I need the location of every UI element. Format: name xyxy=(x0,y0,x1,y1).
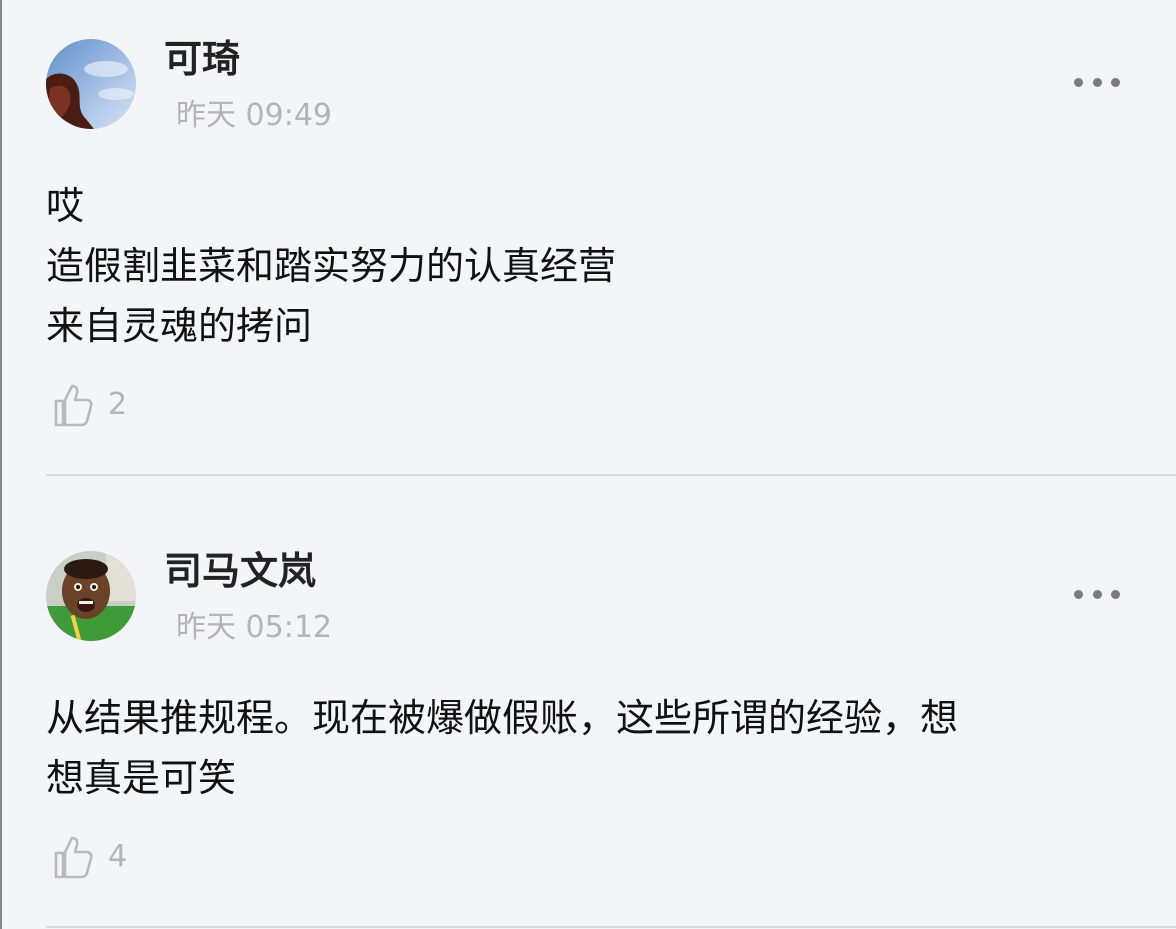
like-button[interactable]: 2 xyxy=(52,382,127,428)
username[interactable]: 司马文岚 xyxy=(164,548,316,594)
like-count: 2 xyxy=(108,387,128,422)
more-dots-icon xyxy=(1092,589,1102,599)
more-dots-icon xyxy=(1111,77,1120,87)
more-options-button[interactable] xyxy=(1074,72,1120,92)
comment-line: 从结果推规程。现在被爆做假账，这些所谓的经验，想 xyxy=(46,696,959,740)
comment-text: 从结果推规程。现在被爆做假账，这些所谓的经验，想 想真是可笑 xyxy=(46,688,1136,808)
thumbs-up-icon xyxy=(54,836,93,879)
thumbs-up-icon xyxy=(54,384,93,427)
more-dots-icon xyxy=(1074,589,1083,599)
comment-line: 想真是可笑 xyxy=(46,756,237,800)
divider xyxy=(46,474,1176,476)
user-avatar[interactable] xyxy=(46,551,136,641)
user-avatar[interactable] xyxy=(46,39,136,129)
comment-line: 造假割韭菜和踏实努力的认真经营 xyxy=(46,244,617,288)
timestamp: 昨天 09:49 xyxy=(176,98,332,133)
more-dots-icon xyxy=(1074,77,1083,87)
comment-item: 可琦 昨天 09:49 哎 造假割韭菜和踏实努力的认真经营 来自灵魂的拷问 2 xyxy=(0,0,1176,476)
timestamp: 昨天 05:12 xyxy=(176,610,332,645)
more-dots-icon xyxy=(1111,589,1120,599)
more-options-button[interactable] xyxy=(1074,584,1120,604)
comment-line: 来自灵魂的拷问 xyxy=(46,304,313,348)
like-button[interactable]: 4 xyxy=(52,834,127,880)
comment-item: 司马文岚 昨天 05:12 从结果推规程。现在被爆做假账，这些所谓的经验，想 想… xyxy=(0,512,1176,929)
user-avatar-icon xyxy=(46,551,136,641)
comment-list: 可琦 昨天 09:49 哎 造假割韭菜和踏实努力的认真经营 来自灵魂的拷问 2 xyxy=(0,0,1176,929)
comment-line: 哎 xyxy=(46,184,85,228)
more-dots-icon xyxy=(1092,77,1102,87)
user-avatar-icon xyxy=(46,39,136,129)
username[interactable]: 可琦 xyxy=(164,36,240,82)
divider xyxy=(46,926,1176,928)
like-count: 4 xyxy=(108,839,128,874)
comment-text: 哎 造假割韭菜和踏实努力的认真经营 来自灵魂的拷问 xyxy=(46,176,1136,356)
